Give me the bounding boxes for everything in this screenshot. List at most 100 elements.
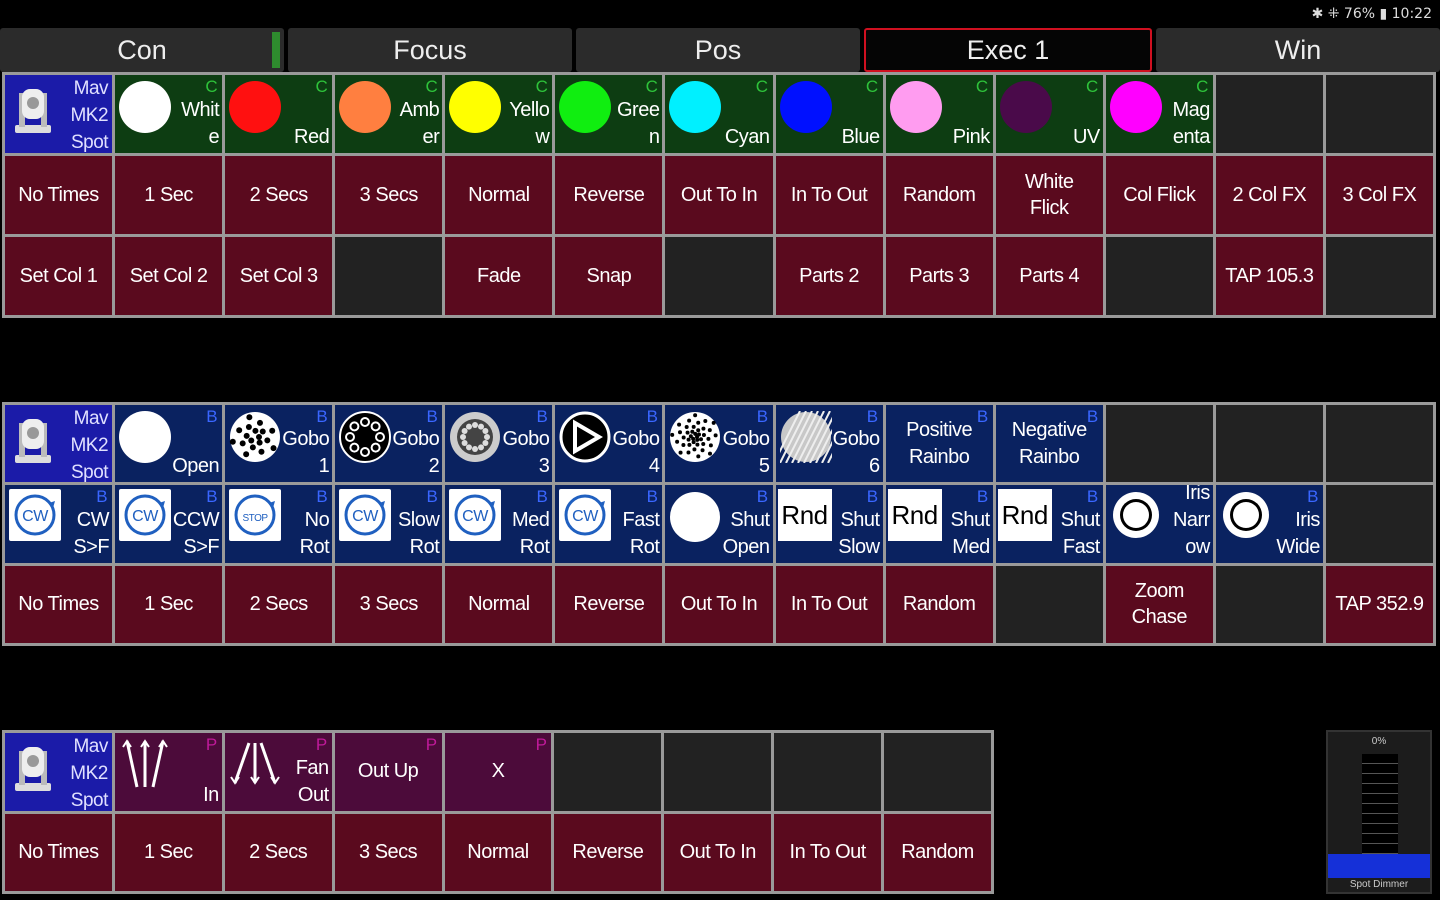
random-strobe-icon: Rnd (997, 489, 1052, 542)
beam-palette-7[interactable]: B Shut Open (665, 485, 773, 563)
position-fx-button[interactable]: Out To In (664, 813, 772, 891)
gobo-palette-1[interactable]: B Open (115, 405, 223, 483)
colour-palette-8[interactable]: C Pink (885, 75, 993, 153)
empty-slot (1325, 237, 1433, 315)
gobo-palette-7[interactable]: B Gobo 6 (775, 405, 883, 483)
gobo-palette-5[interactable]: B Gobo 4 (555, 405, 663, 483)
colour-set-button[interactable]: Fade (445, 237, 553, 315)
colour-palette-7[interactable]: C Blue (775, 75, 883, 153)
beam-palette-2[interactable]: CW B CCW S>F (115, 485, 223, 563)
palette-type-tag: B (866, 487, 878, 507)
tab-pos[interactable]: Pos (576, 28, 860, 72)
fader-handle[interactable] (1328, 854, 1430, 878)
beam-fx-button[interactable]: Random (885, 565, 993, 643)
spot-dimmer-fader[interactable]: 0% Spot Dimmer (1326, 730, 1432, 894)
button-label: Reverse (572, 841, 644, 864)
beam-fx-button[interactable]: 1 Sec (115, 565, 223, 643)
colour-set-button[interactable]: Parts 4 (995, 237, 1103, 315)
colour-fx-button[interactable]: Col Flick (1105, 156, 1213, 234)
position-fx-button[interactable]: 3 Secs (334, 813, 442, 891)
colour-label: Yello w (509, 99, 550, 148)
colour-set-button[interactable]: Parts 2 (775, 237, 883, 315)
colour-set-button[interactable]: TAP 105.3 (1215, 237, 1323, 315)
button-label: Out To In (679, 841, 757, 864)
tab-win[interactable]: Win (1156, 28, 1440, 72)
palette-type-tag: C (425, 77, 438, 96)
beam-palette-8[interactable]: Rnd B Shut Slow (775, 485, 883, 563)
colour-set-button[interactable]: Set Col 1 (5, 237, 113, 315)
gobo-palette-9[interactable]: B Negative Rainbo (995, 405, 1103, 483)
tab-focus[interactable]: Focus (288, 28, 572, 72)
colour-palette-3[interactable]: C Amb er (335, 75, 443, 153)
tab-label: Con (117, 34, 167, 65)
tab-con[interactable]: Con (0, 28, 284, 72)
colour-palette-10[interactable]: C Mag enta (1105, 75, 1213, 153)
position-palette-4[interactable]: PX (444, 733, 552, 811)
colour-set-button[interactable]: Set Col 2 (115, 237, 223, 315)
beam-fx-button[interactable]: In To Out (775, 565, 883, 643)
fixture-button[interactable]: Mav MK2 Spot (5, 405, 113, 483)
fixture-button[interactable]: Mav MK2 Spot (5, 733, 112, 811)
beam-palette-5[interactable]: CW B Med Rot (445, 485, 553, 563)
beam-palette-3[interactable]: STOP B No Rot (225, 485, 333, 563)
beam-fx-button[interactable]: 2 Secs (225, 565, 333, 643)
beam-fx-button[interactable]: Normal (445, 565, 553, 643)
beam-palette-6[interactable]: CW B Fast Rot (555, 485, 663, 563)
beam-fx-button[interactable]: Zoom Chase (1105, 565, 1213, 643)
beam-fx-button[interactable]: Out To In (665, 565, 773, 643)
colour-palette-2[interactable]: C Red (225, 75, 333, 153)
position-fx-button[interactable]: Reverse (554, 813, 662, 891)
colour-fx-button[interactable]: 1 Sec (115, 156, 223, 234)
colour-fx-button[interactable]: No Times (5, 156, 113, 234)
position-fx-button[interactable]: 2 Secs (224, 813, 332, 891)
beam-palette-10[interactable]: Rnd B Shut Fast (995, 485, 1103, 563)
position-palette-1[interactable]: P In (114, 733, 222, 811)
rotation-icon: CW (119, 489, 172, 542)
beam-palette-12[interactable]: B Iris Wide (1215, 485, 1323, 563)
colour-fx-button[interactable]: White Flick (995, 156, 1103, 234)
colour-palette-1[interactable]: C Whit e (115, 75, 223, 153)
colour-set-button[interactable]: Snap (555, 237, 663, 315)
position-palette-3[interactable]: P Out Up (334, 733, 442, 811)
position-fx-button[interactable]: 1 Sec (114, 813, 222, 891)
beam-palette-1[interactable]: CW B CW S>F (5, 485, 113, 563)
gobo-palette-8[interactable]: B Positive Rainbo (885, 405, 993, 483)
colour-set-button[interactable]: Set Col 3 (225, 237, 333, 315)
beam-palette-9[interactable]: Rnd B Shut Med (885, 485, 993, 563)
beam-palette-4[interactable]: CW B Slow Rot (335, 485, 443, 563)
beam-fx-button[interactable]: Reverse (555, 565, 663, 643)
colour-palette-6[interactable]: C Cyan (665, 75, 773, 153)
beam-fx-button[interactable]: 3 Secs (335, 565, 443, 643)
colour-fx-button[interactable]: 3 Secs (335, 156, 443, 234)
position-fx-button[interactable]: Normal (444, 813, 552, 891)
gobo-palette-4[interactable]: B Gobo 3 (445, 405, 553, 483)
tab-exec-1[interactable]: Exec 1 (864, 28, 1152, 72)
position-fx-button[interactable]: Random (884, 813, 991, 891)
beam-fx-button[interactable]: No Times (5, 565, 113, 643)
colour-fx-button[interactable]: Random (885, 156, 993, 234)
beam-fx-button[interactable]: TAP 352.9 (1325, 565, 1433, 643)
colour-palette-4[interactable]: C Yello w (445, 75, 553, 153)
colour-fx-button[interactable]: 2 Col FX (1215, 156, 1323, 234)
position-fx-button[interactable]: In To Out (774, 813, 882, 891)
beam-palette-11[interactable]: Iris Narr ow (1105, 485, 1213, 563)
colour-fx-button[interactable]: Out To In (665, 156, 773, 234)
colour-fx-button[interactable]: In To Out (775, 156, 883, 234)
colour-set-button[interactable]: Parts 3 (885, 237, 993, 315)
colour-label: Cyan (724, 126, 770, 148)
colour-swatch-icon (559, 81, 612, 133)
gobo-palette-2[interactable]: B Gobo 1 (225, 405, 333, 483)
colour-fx-button[interactable]: 2 Secs (225, 156, 333, 234)
colour-palette-9[interactable]: C UV (995, 75, 1103, 153)
colour-fx-button[interactable]: Reverse (555, 156, 663, 234)
gobo-palette-3[interactable]: B Gobo 2 (335, 405, 443, 483)
button-label: Random (901, 841, 974, 864)
colour-palette-5[interactable]: C Gree n (555, 75, 663, 153)
position-fx-button[interactable]: No Times (5, 813, 112, 891)
colour-fx-button[interactable]: 3 Col FX (1325, 156, 1433, 234)
colour-fx-button[interactable]: Normal (445, 156, 553, 234)
fixture-button[interactable]: Mav MK2 Spot (5, 75, 113, 153)
position-palette-2[interactable]: P Fan Out (224, 733, 332, 811)
gobo-palette-6[interactable]: B Gobo 5 (665, 405, 773, 483)
fixture-label-line: Spot (70, 132, 109, 153)
